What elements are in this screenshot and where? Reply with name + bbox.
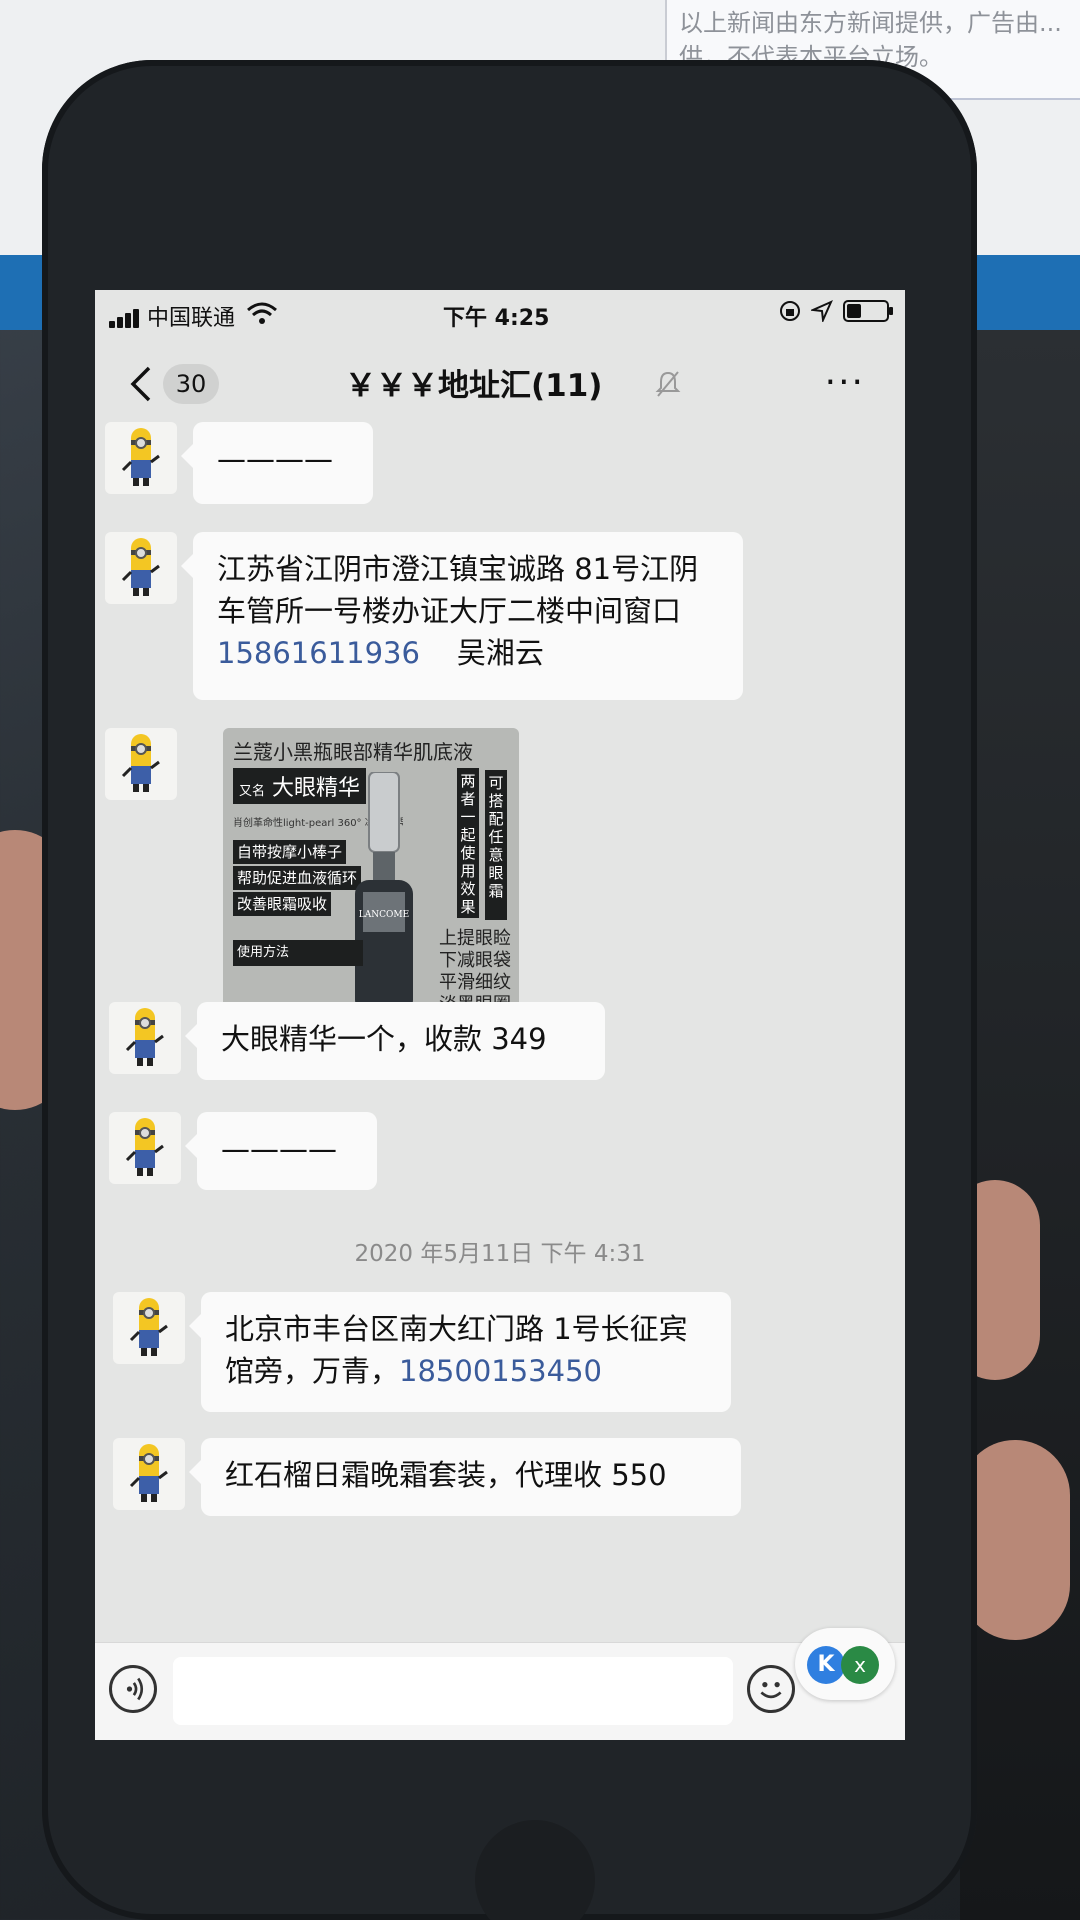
- message-bubble[interactable]: 大眼精华一个，收款 349: [185, 1002, 605, 1080]
- unread-count-badge[interactable]: 30: [163, 364, 219, 404]
- bottle-brand-label: LANCOME: [359, 910, 409, 920]
- status-bar: 中国联通 下午 4:25: [95, 290, 905, 342]
- monitor-text-line: 以上新闻由东方新闻提供，广告由...: [679, 9, 1062, 37]
- chat-title: ￥￥￥地址汇(11): [345, 368, 603, 404]
- background-keyboard: [960, 330, 1080, 1920]
- image-vertical-text: 可搭配任意眼霜: [485, 770, 507, 920]
- signal-icon: [109, 306, 141, 328]
- minion-avatar-icon: [121, 428, 160, 486]
- message-bubble[interactable]: ————: [185, 1112, 377, 1190]
- avatar[interactable]: [109, 1002, 181, 1074]
- message-bubble[interactable]: ————: [181, 422, 373, 504]
- minion-avatar-icon: [129, 1444, 168, 1502]
- home-button[interactable]: [475, 1820, 595, 1920]
- image-benefit-line: 上提眼睑: [439, 928, 511, 949]
- avatar[interactable]: [105, 728, 177, 800]
- image-benefit-line: 平滑细纹: [439, 972, 511, 993]
- avatar[interactable]: [105, 532, 177, 604]
- minion-avatar-icon: [125, 1008, 164, 1066]
- carrier-name: 中国联通: [147, 306, 236, 331]
- avatar[interactable]: [105, 422, 177, 494]
- message-text: 吴湘云: [456, 636, 544, 670]
- floating-app-x-icon[interactable]: x: [841, 1646, 879, 1684]
- message-text: 大眼精华一个，收款 349: [221, 1022, 547, 1056]
- battery-icon: [843, 300, 893, 322]
- floating-app-pill[interactable]: K x: [795, 1628, 895, 1700]
- image-message[interactable]: 兰蔻小黑瓶眼部精华肌底液 又名 大眼精华 肖创革命性light-pearl 36…: [223, 728, 519, 1028]
- image-benefit-line: 下减眼袋: [439, 950, 511, 971]
- orientation-lock-icon: [780, 301, 800, 321]
- phone-number-link[interactable]: 15861611936: [217, 636, 420, 670]
- back-chevron-icon[interactable]: [127, 364, 153, 404]
- message-bubble[interactable]: 江苏省江阴市澄江镇宝诚路 81号江阴车管所一号楼办证大厅二楼中间窗口 15861…: [181, 532, 743, 700]
- image-title-text: 兰蔻小黑瓶眼部精华肌底液: [233, 740, 473, 764]
- chat-header: 30 ￥￥￥地址汇(11) ···: [95, 342, 905, 422]
- emoji-icon[interactable]: [747, 1665, 795, 1713]
- minion-avatar-icon: [121, 734, 160, 792]
- message-input[interactable]: [173, 1657, 733, 1725]
- message-text: 江苏省江阴市澄江镇宝诚路 81号江阴车管所一号楼办证大厅二楼中间窗口: [217, 552, 699, 628]
- phone-number-link[interactable]: 18500153450: [399, 1354, 602, 1388]
- minion-avatar-icon: [125, 1118, 164, 1176]
- mute-bell-icon: [655, 371, 681, 397]
- wifi-icon: [247, 302, 277, 324]
- avatar[interactable]: [109, 1112, 181, 1184]
- image-feature-lines: 自带按摩小棒子 帮助促进血液循环 改善眼霜吸收: [233, 840, 362, 918]
- message-bubble[interactable]: 北京市丰台区南大红门路 1号长征宾馆旁，万青，18500153450: [189, 1292, 731, 1412]
- image-feature-line: 自带按摩小棒子: [233, 840, 347, 864]
- image-tag: 又名 大眼精华: [233, 768, 367, 804]
- image-tag-small: 又名: [239, 784, 266, 799]
- more-options-icon[interactable]: ···: [825, 362, 865, 403]
- chat-timestamp: 2020 年5月11日 下午 4:31: [354, 1241, 646, 1267]
- message-text: ————: [217, 442, 333, 476]
- serum-bottle-icon: LANCOME: [355, 772, 413, 1014]
- message-text: ————: [221, 1132, 337, 1166]
- floating-app-k-icon[interactable]: K: [807, 1646, 845, 1684]
- status-icons: [779, 300, 893, 322]
- minion-avatar-icon: [129, 1298, 168, 1356]
- image-feature-line: 帮助促进血液循环: [233, 866, 362, 890]
- avatar[interactable]: [113, 1438, 185, 1510]
- voice-input-icon[interactable]: [109, 1665, 157, 1713]
- image-usage-box: 使用方法: [233, 940, 363, 966]
- image-feature-line: 改善眼霜吸收: [233, 892, 332, 916]
- minion-avatar-icon: [121, 538, 160, 596]
- message-text: 红石榴日霜晚霜套装，代理收 550: [225, 1458, 667, 1492]
- status-clock: 下午 4:25: [443, 306, 550, 331]
- image-vertical-text: 两者一起使用效果更好: [457, 768, 479, 918]
- location-icon: [811, 300, 833, 322]
- avatar[interactable]: [113, 1292, 185, 1364]
- phone-screen: 中国联通 下午 4:25 30 ￥￥￥地址汇(11) ··· ———— 江苏省江…: [95, 290, 905, 1740]
- message-bubble[interactable]: 红石榴日霜晚霜套装，代理收 550: [189, 1438, 741, 1516]
- chat-input-bar: [95, 1642, 905, 1740]
- image-tag-text: 大眼精华: [272, 776, 361, 801]
